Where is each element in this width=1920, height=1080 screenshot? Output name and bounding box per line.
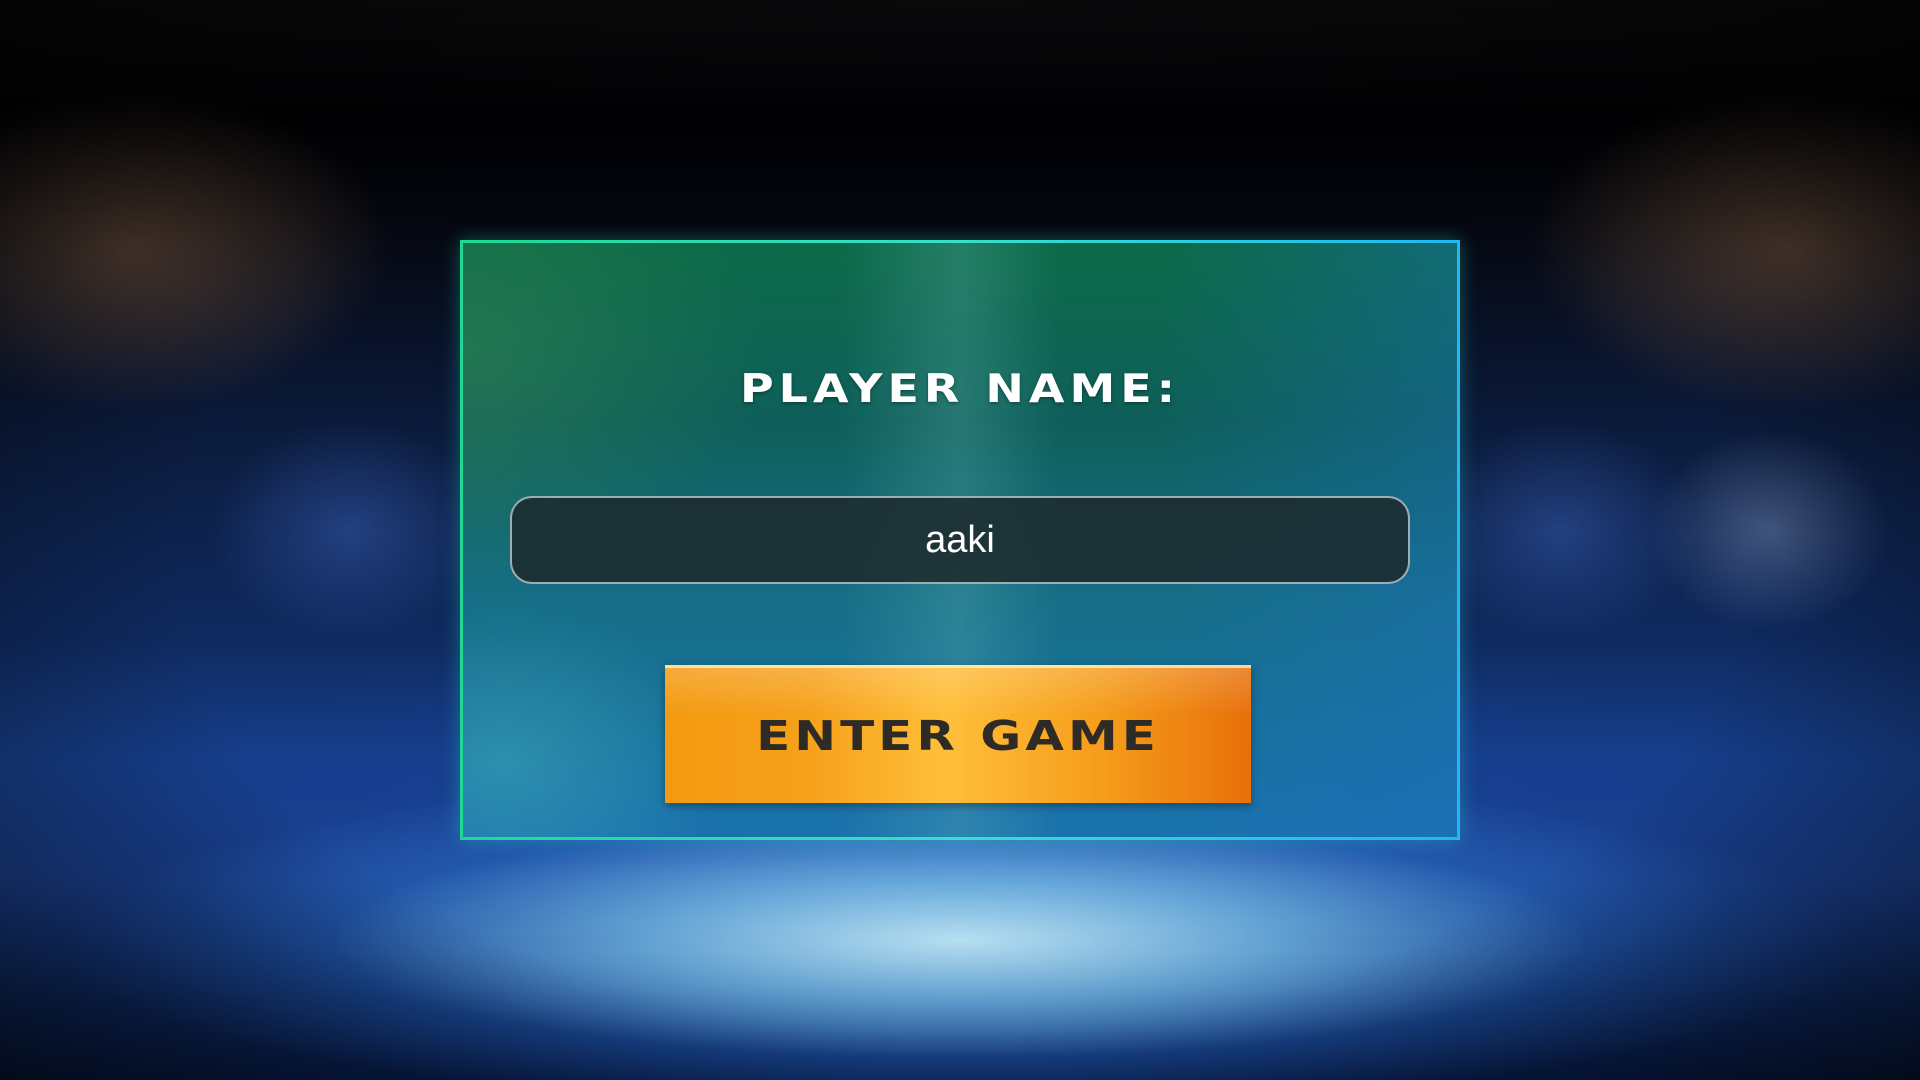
enter-game-button[interactable]: ENTER GAME: [665, 665, 1251, 803]
player-name-title: PLAYER NAME:: [739, 364, 1181, 412]
player-name-panel: PLAYER NAME: ENTER GAME: [460, 240, 1460, 840]
player-name-input[interactable]: [510, 496, 1410, 584]
enter-game-label: ENTER GAME: [756, 711, 1160, 760]
game-background: PLAYER NAME: ENTER GAME: [0, 0, 1920, 1080]
